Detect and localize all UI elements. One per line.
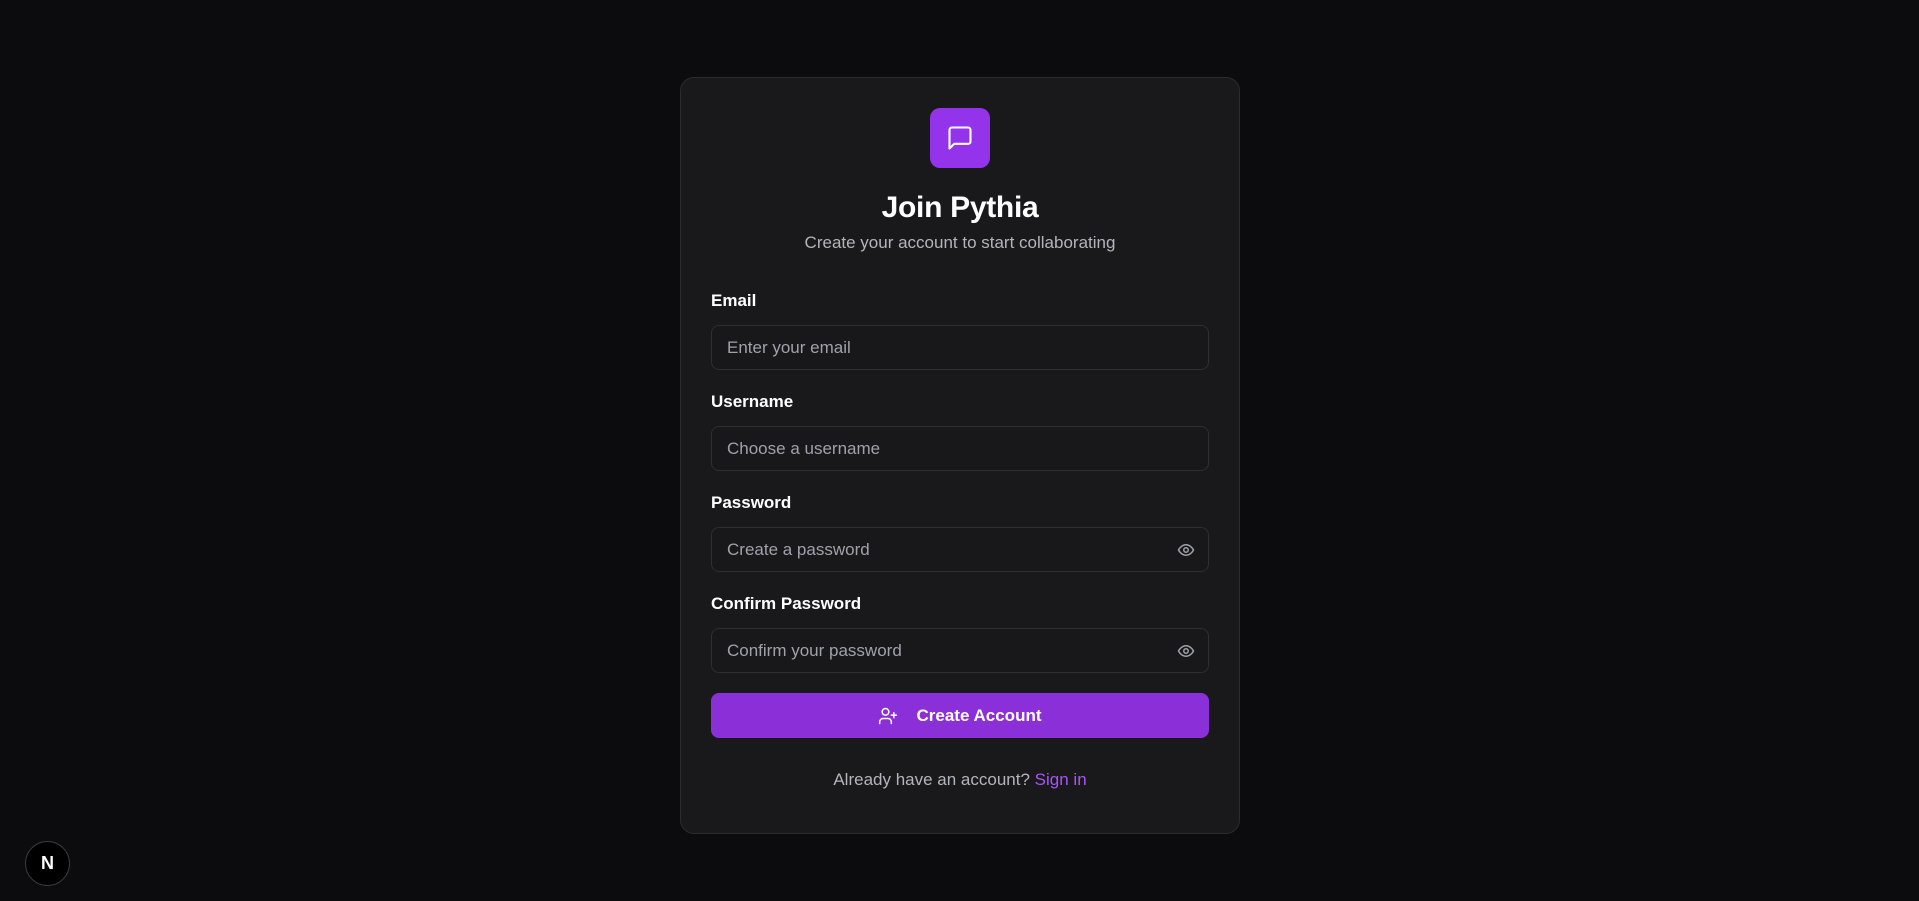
confirm-password-field-group: Confirm Password (711, 593, 1209, 673)
confirm-password-input-wrapper (711, 628, 1209, 673)
nextjs-dev-badge[interactable]: N (25, 841, 70, 886)
eye-icon (1177, 645, 1195, 657)
confirm-password-label: Confirm Password (711, 594, 862, 613)
message-square-icon (948, 126, 972, 150)
user-plus-icon (878, 706, 898, 726)
password-label: Password (711, 493, 792, 512)
email-input-wrapper (711, 325, 1209, 370)
email-label: Email (711, 291, 757, 310)
password-field-group: Password (711, 492, 1209, 572)
username-input-wrapper (711, 426, 1209, 471)
username-label: Username (711, 392, 794, 411)
password-visibility-toggle[interactable] (1176, 540, 1196, 560)
password-input[interactable] (712, 528, 1208, 571)
signin-prompt: Already have an account? Sign in (711, 769, 1209, 791)
create-account-button[interactable]: Create Account (711, 693, 1209, 738)
username-field-group: Username (711, 391, 1209, 471)
confirm-password-input[interactable] (712, 629, 1208, 672)
page-title: Join Pythia (881, 191, 1039, 224)
password-input-wrapper (711, 527, 1209, 572)
create-account-label: Create Account (916, 705, 1042, 725)
eye-icon (1177, 544, 1195, 556)
signup-card: Join Pythia Create your account to start… (680, 77, 1240, 834)
email-field-group: Email (711, 290, 1209, 370)
confirm-password-visibility-toggle[interactable] (1176, 641, 1196, 661)
sign-in-link[interactable]: Sign in (1035, 770, 1087, 789)
app-logo (930, 108, 990, 168)
signin-prompt-text: Already have an account? (833, 770, 1030, 789)
signup-form: Email Username Password (711, 290, 1209, 738)
page-subtitle: Create your account to start collaborati… (804, 233, 1116, 252)
nextjs-icon: N (41, 853, 54, 873)
email-input[interactable] (712, 326, 1208, 369)
username-input[interactable] (712, 427, 1208, 470)
